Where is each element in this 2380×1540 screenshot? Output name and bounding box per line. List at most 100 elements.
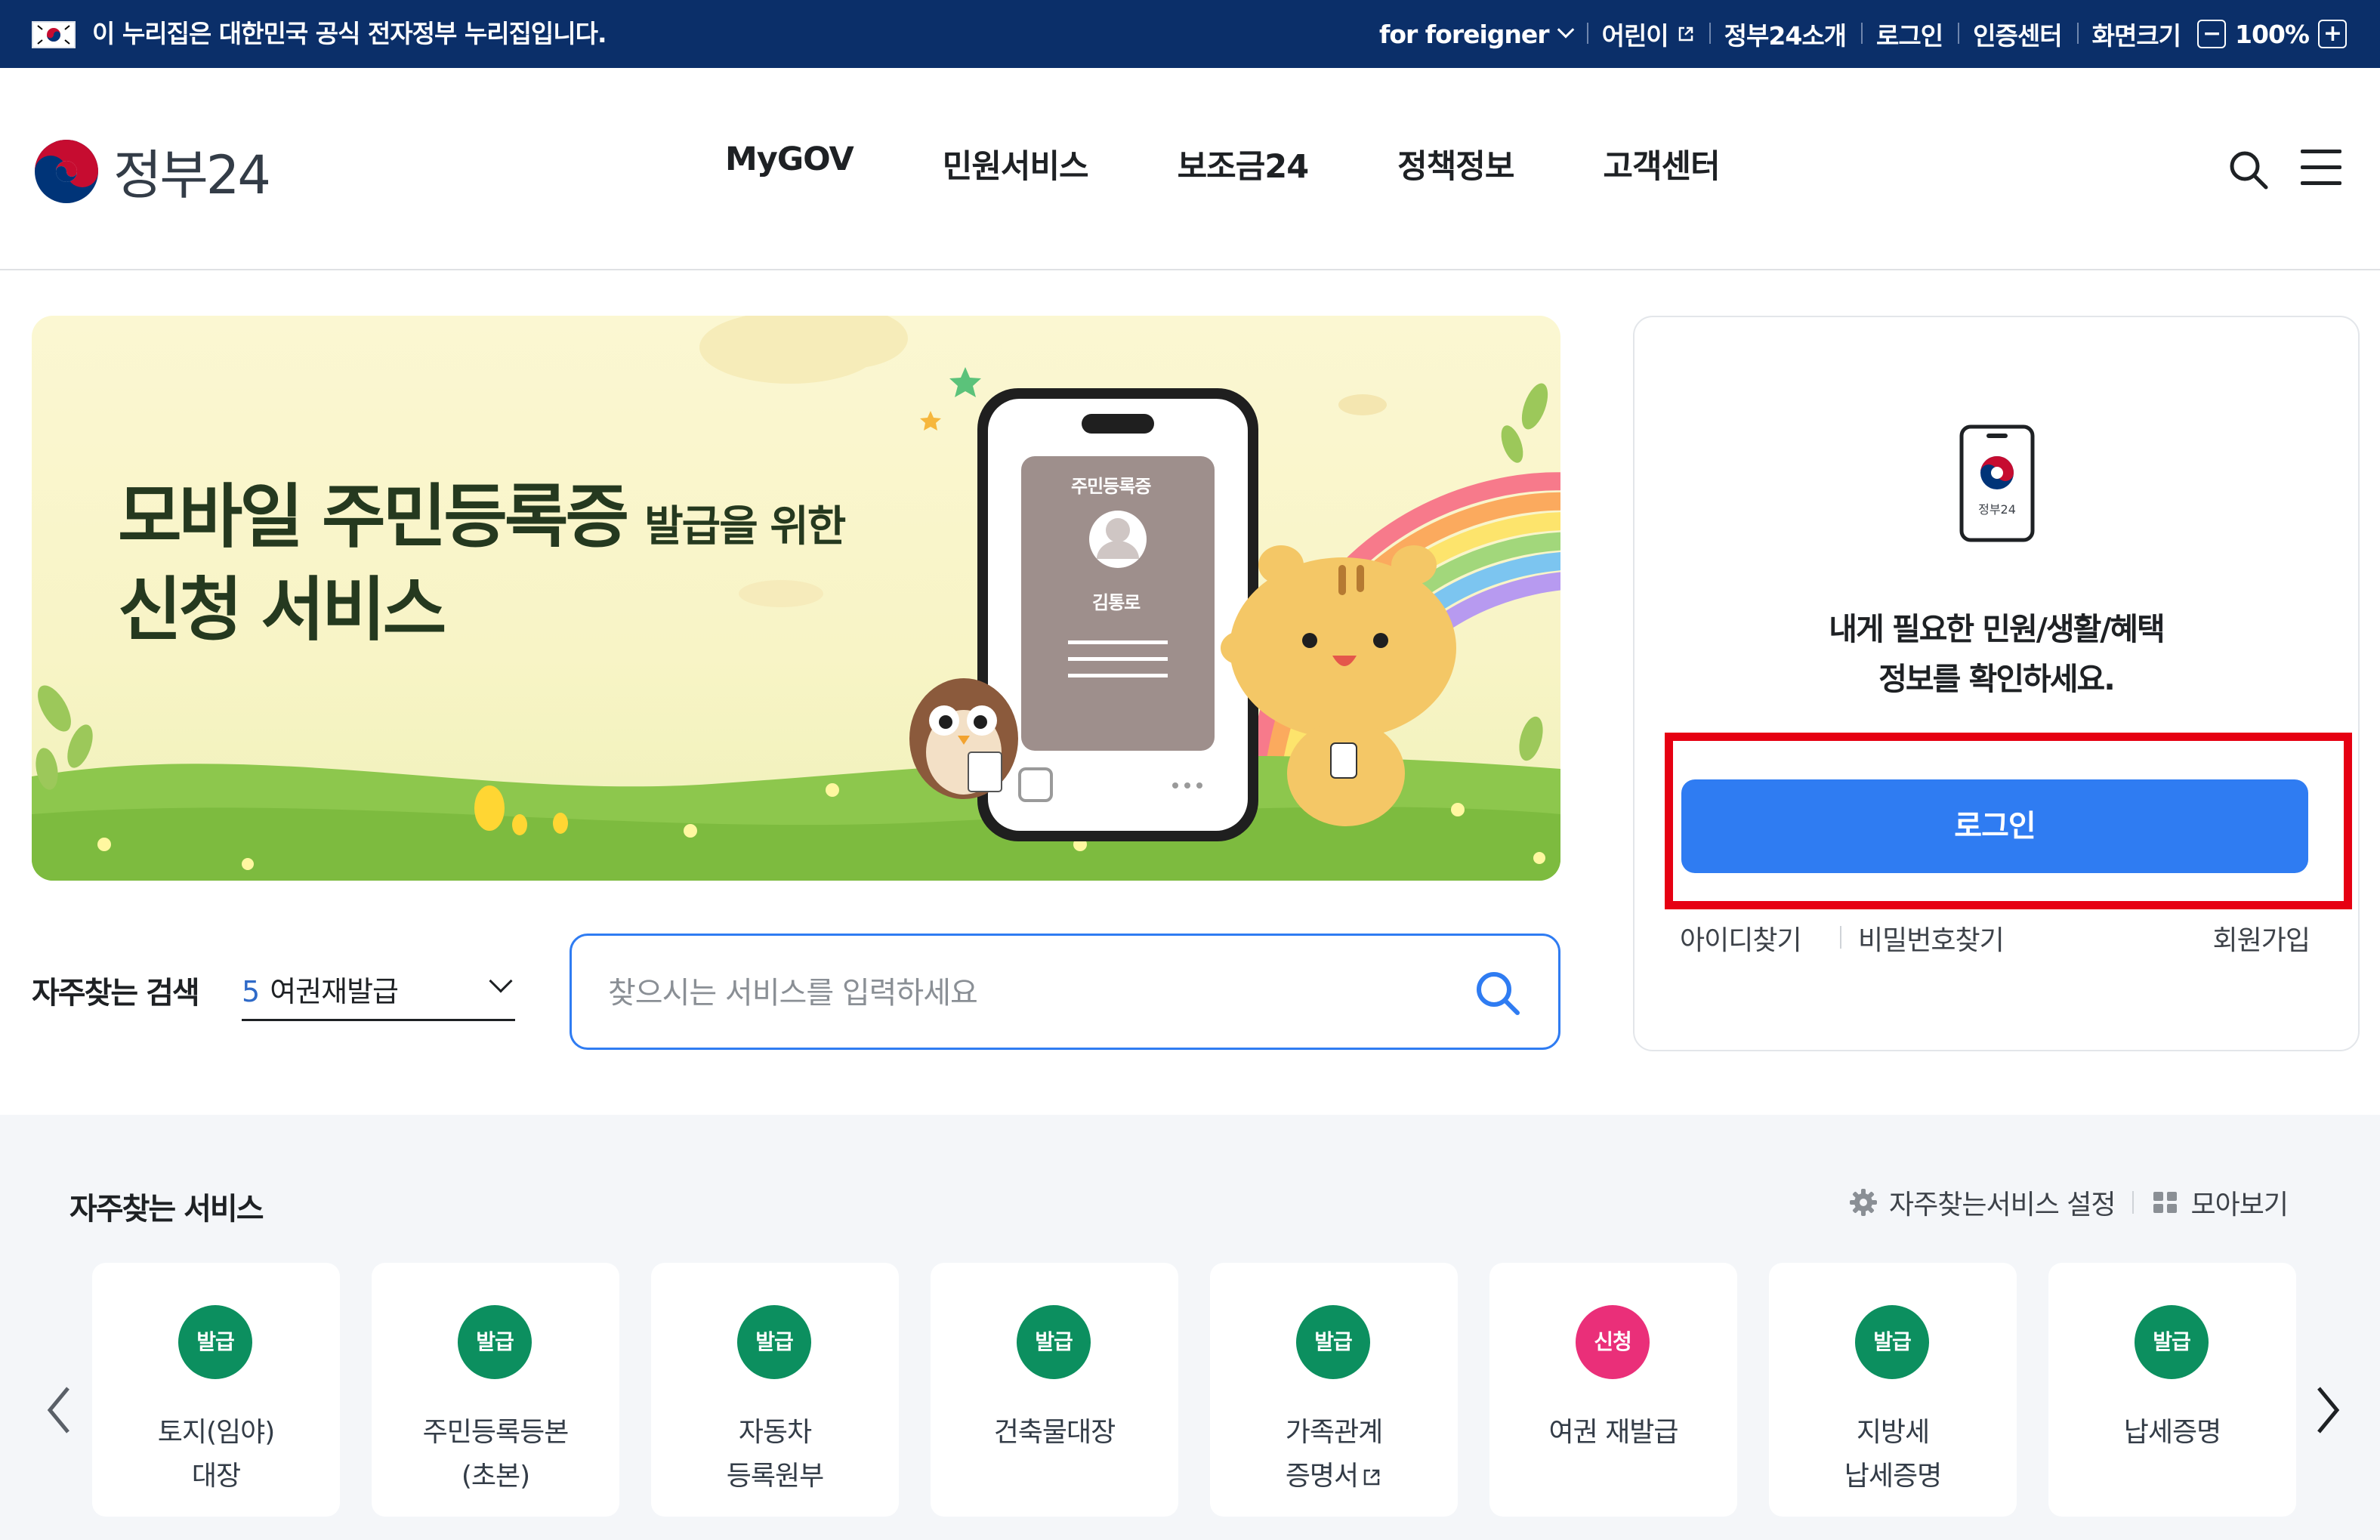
service-name: 지방세 납세증명 [1769,1411,2017,1498]
view-all-label: 모아보기 [2190,1190,2289,1221]
service-badge: 발급 [1855,1305,1929,1379]
service-name-line1: 여권 재발급 [1548,1417,1678,1448]
phone-card-name: 김통로 [1092,592,1141,613]
service-name-line2-wrap: 증명서 [1210,1455,1458,1498]
service-name: 건축물대장 [931,1411,1178,1455]
screen-size-label: 화면크기 [2091,21,2181,51]
frequent-search-rank: 5 [242,975,260,1008]
grid-icon [2153,1192,2177,1213]
kids-label: 어린이 [1601,21,1669,51]
service-card-resident-registration[interactable]: 발급 주민등록등본 (초본) [372,1263,619,1517]
service-name: 여권 재발급 [1489,1411,1737,1455]
service-name-line2: (초본) [461,1461,530,1492]
service-name-line1: 자동차 [738,1417,812,1448]
zoom-in-button[interactable]: + [2318,20,2347,48]
service-name: 가족관계 증명서 [1210,1411,1458,1498]
service-badge: 발급 [2135,1305,2209,1379]
hero-title-line2: 신청 서비스 [118,569,446,650]
login-card: 정부24 내게 필요한 민원/생활/혜택 정보를 확인하세요. 로그인 아이디찾… [1633,316,2360,1051]
external-link-icon [1678,26,1693,42]
services-settings-label: 자주찾는서비스 설정 [1888,1190,2116,1221]
service-badge: 발급 [737,1305,811,1379]
nav-subsidy24[interactable]: 보조금24 [1178,140,1310,187]
korea-flag-icon [32,21,76,48]
nav-policy-info[interactable]: 정책정보 [1397,140,1514,187]
service-name-line1: 납세증명 [2123,1417,2221,1448]
logo-text: 정부24 [113,144,271,206]
frequent-services-title: 자주찾는 서비스 [69,1192,264,1227]
chevron-left-icon[interactable] [44,1384,74,1437]
taegeuk-logo-icon [35,139,98,203]
frequent-search-dropdown[interactable]: 5 여권재발급 [242,968,515,1021]
for-foreigner-dropdown[interactable]: for foreigner [1364,20,1587,49]
nav-customer-center[interactable]: 고객센터 [1603,140,1720,187]
main-navigation: MyGOV 민원서비스 보조금24 정책정보 고객센터 [725,140,1809,187]
service-name: 토지(임야) 대장 [92,1411,340,1498]
service-card-passport-reissue[interactable]: 신청 여권 재발급 [1489,1263,1737,1517]
search-icon[interactable] [2227,148,2270,192]
service-card-vehicle-register[interactable]: 발급 자동차 등록원부 [651,1263,899,1517]
utility-menu: for foreigner 어린이 정부24소개 로그인 인증센터 화면크기 −… [1364,0,2362,68]
gov-notice: 이 누리집은 대한민국 공식 전자정부 누리집입니다. [92,19,607,48]
service-card-family-certificate[interactable]: 발급 가족관계 증명서 [1210,1263,1458,1517]
certificate-center-link[interactable]: 인증센터 [1958,16,2076,52]
hero-banner[interactable]: 주민등록증 김통로 모바일 주민등록증 발급을 위한 신청 서비스 [32,316,1560,881]
external-link-icon [1363,1469,1380,1486]
service-search-input[interactable] [608,963,1439,1023]
top-login-label: 로그인 [1876,21,1943,51]
services-settings-button[interactable]: 자주찾는서비스 설정 [1848,1183,2116,1222]
service-card-local-tax-certificate[interactable]: 발급 지방세 납세증명 [1769,1263,2017,1517]
about-gov24-label: 정부24소개 [1724,21,1847,51]
chevron-right-icon[interactable] [2313,1384,2343,1437]
gov-banner: 이 누리집은 대한민국 공식 전자정부 누리집입니다. for foreigne… [0,0,2380,68]
signup-link[interactable]: 회원가입 [2213,918,2311,958]
search-submit-icon[interactable] [1472,968,1523,1019]
top-login-link[interactable]: 로그인 [1861,16,1958,52]
find-id-link[interactable]: 아이디찾기 [1680,918,1802,958]
hero-title-main: 모바일 주민등록증 [118,477,629,557]
about-gov24-link[interactable]: 정부24소개 [1709,16,1861,52]
service-badge: 발급 [1296,1305,1370,1379]
device-label: 정부24 [1978,502,2016,517]
certificate-center-label: 인증센터 [1973,21,2062,51]
service-badge: 발급 [1017,1305,1091,1379]
frequent-search-keyword: 여권재발급 [270,975,399,1008]
hero-title-line1: 모바일 주민등록증 발급을 위한 [118,461,846,561]
service-name-line1: 지방세 [1856,1417,1930,1448]
nav-civil-services[interactable]: 민원서비스 [943,140,1089,187]
kids-link[interactable]: 어린이 [1586,16,1709,52]
service-name-line2: 납세증명 [1844,1461,1942,1492]
nav-mygov[interactable]: MyGOV [725,140,854,187]
service-name-line2: 대장 [191,1461,241,1492]
link-divider [1840,926,1841,949]
view-all-button[interactable]: 모아보기 [2150,1183,2289,1222]
service-name-line1: 주민등록등본 [422,1417,570,1448]
service-badge: 발급 [178,1305,252,1379]
for-foreigner-label: for foreigner [1379,19,1550,49]
login-button[interactable]: 로그인 [1681,779,2308,873]
service-card-building-register[interactable]: 발급 건축물대장 [931,1263,1178,1517]
hamburger-menu-icon[interactable] [2301,150,2345,187]
gov24-logo[interactable]: 정부24 [32,133,271,209]
gear-icon [1849,1189,1877,1216]
hero-title-small: 발급을 위한 [644,502,846,551]
service-name-line1: 가족관계 [1285,1417,1383,1448]
find-password-link[interactable]: 비밀번호찾기 [1858,918,2005,958]
service-name-line1: 건축물대장 [993,1417,1116,1448]
login-message-line2: 정보를 확인하세요. [1878,661,2116,697]
service-name-line2: 증명서 [1285,1461,1359,1492]
service-card-tax-payment-certificate[interactable]: 발급 납세증명 [2048,1263,2296,1517]
login-message-line1: 내게 필요한 민원/생활/혜택 [1829,611,2165,647]
services-tools: 자주찾는서비스 설정 모아보기 [1848,1183,2289,1222]
tools-divider [2132,1191,2134,1214]
service-name: 주민등록등본 (초본) [372,1411,619,1498]
service-badge: 신청 [1576,1305,1650,1379]
chevron-down-icon [1557,21,1574,39]
service-search-box [570,934,1560,1050]
service-name-line1: 토지(임야) [157,1417,276,1448]
service-card-land-register[interactable]: 발급 토지(임야) 대장 [92,1263,340,1517]
zoom-out-button[interactable]: − [2197,20,2227,48]
service-name-line2: 등록원부 [726,1461,824,1492]
login-message: 내게 필요한 민원/생활/혜택 정보를 확인하세요. [1635,604,2358,704]
frequent-services-section: 자주찾는 서비스 자주찾는서비스 설정 모아보기 발급 토지(임야) 대장 발급… [0,1115,2380,1540]
